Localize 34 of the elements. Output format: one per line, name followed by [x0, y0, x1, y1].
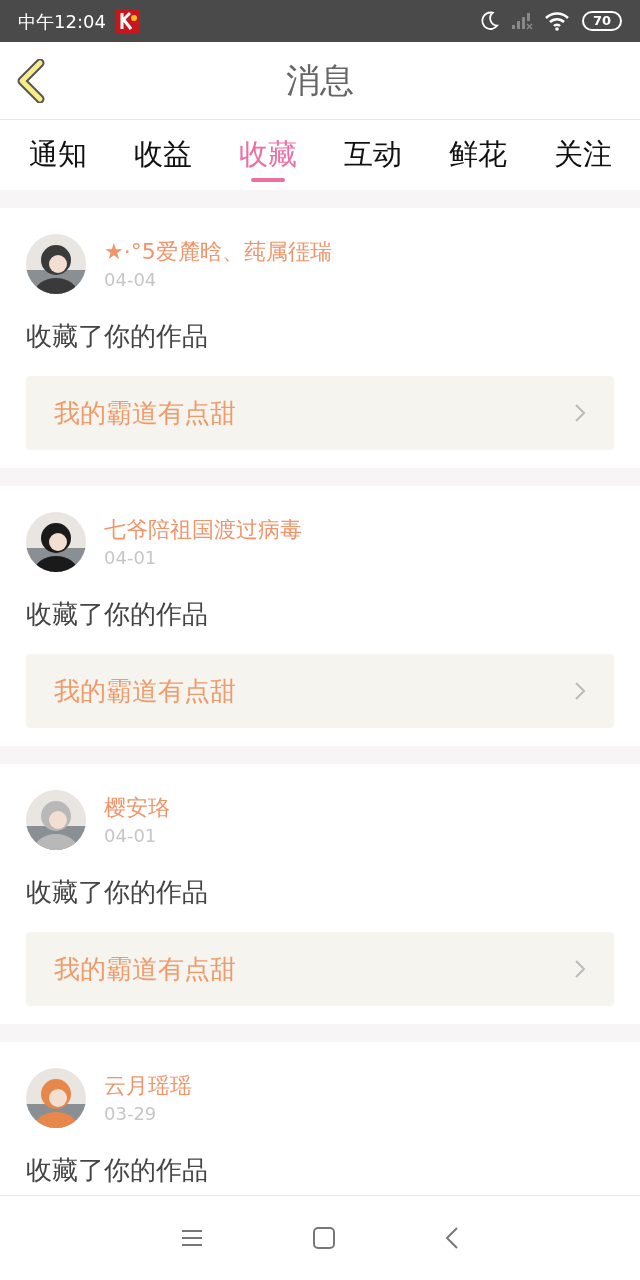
message-text: 收藏了你的作品 — [26, 598, 209, 631]
battery-icon: 70 — [582, 11, 622, 31]
tab[interactable]: 通知 — [10, 120, 105, 190]
message-date: 04-04 — [104, 268, 158, 292]
message-date: 03-29 — [104, 1102, 158, 1126]
work-link[interactable]: 我的霸道有点甜 — [26, 376, 614, 450]
page-title: 消息 — [286, 59, 354, 102]
clock: 中午12:04 — [18, 9, 106, 34]
menu-icon[interactable] — [181, 1229, 203, 1247]
tab[interactable]: 收藏 — [220, 120, 315, 190]
tab[interactable]: 收益 — [115, 120, 210, 190]
work-link[interactable]: 我的霸道有点甜 — [26, 932, 614, 1006]
user-name[interactable]: 七爷陪祖国渡过病毒 — [104, 514, 302, 546]
message-date: 04-01 — [104, 824, 158, 848]
wifi-icon — [544, 11, 570, 31]
work-link[interactable]: 我的霸道有点甜 — [26, 654, 614, 728]
message-text: 收藏了你的作品 — [26, 1154, 209, 1187]
tab[interactable]: 鲜花 — [430, 120, 525, 190]
tab[interactable]: 关注 — [535, 120, 630, 190]
chevron-right-icon — [574, 959, 586, 979]
user-name[interactable]: ★·°5爱麓晗、莼属徰瑞 — [104, 236, 332, 268]
moon-icon — [478, 10, 500, 32]
signal-icon — [510, 11, 534, 31]
back-icon[interactable] — [445, 1227, 459, 1249]
home-icon[interactable] — [313, 1227, 335, 1249]
message-date: 04-01 — [104, 546, 158, 570]
user-name[interactable]: 樱安珞 — [104, 792, 170, 824]
tab[interactable]: 互动 — [325, 120, 420, 190]
message-text: 收藏了你的作品 — [26, 320, 209, 353]
chevron-right-icon — [574, 403, 586, 423]
message-text: 收藏了你的作品 — [26, 876, 209, 909]
user-name[interactable]: 云月瑶瑶 — [104, 1070, 192, 1102]
chevron-right-icon — [574, 681, 586, 701]
app-icon — [115, 9, 140, 33]
